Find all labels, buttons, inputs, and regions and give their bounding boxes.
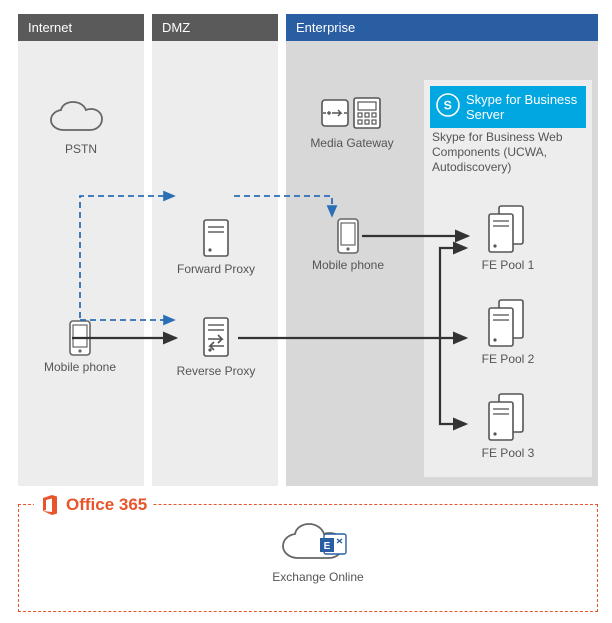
node-media-gateway: Media Gateway <box>302 94 402 150</box>
node-reverse-proxy: Reverse Proxy <box>172 316 260 378</box>
sfb-subtitle: Skype for Business Web Components (UCWA,… <box>432 130 582 175</box>
office-icon <box>40 494 60 516</box>
office365-text: Office 365 <box>66 495 147 515</box>
node-exchange-online: E Exchange Online <box>258 520 378 584</box>
fe-pool-2-label: FE Pool 2 <box>468 352 548 366</box>
exchange-online-label: Exchange Online <box>258 570 378 584</box>
server-pair-icon <box>483 204 533 254</box>
pstn-label: PSTN <box>46 142 116 156</box>
sfb-badge: Skype for Business Server <box>430 86 586 128</box>
zone-internet: Internet <box>18 14 144 486</box>
media-gateway-label: Media Gateway <box>302 136 402 150</box>
node-fe-pool-3: FE Pool 3 <box>468 392 548 460</box>
office365-label: Office 365 <box>34 494 153 516</box>
reverse-proxy-label: Reverse Proxy <box>172 364 260 378</box>
node-pstn: PSTN <box>46 100 116 156</box>
mobile-external-label: Mobile phone <box>40 360 120 374</box>
skype-icon <box>436 93 460 117</box>
fe-pool-1-label: FE Pool 1 <box>468 258 548 272</box>
mobile-internal-label: Mobile phone <box>308 258 388 272</box>
sfb-title-line1: Skype for Business <box>466 92 577 107</box>
server-pair-icon <box>483 298 533 348</box>
server-arrows-icon <box>196 316 236 360</box>
zone-internet-header: Internet <box>18 14 144 41</box>
mobile-phone-icon <box>69 320 91 356</box>
svg-text:E: E <box>324 541 331 552</box>
node-fe-pool-1: FE Pool 1 <box>468 204 548 272</box>
fe-pool-3-label: FE Pool 3 <box>468 446 548 460</box>
node-forward-proxy: Forward Proxy <box>172 218 260 276</box>
cloud-exchange-icon: E <box>278 520 358 566</box>
media-gateway-icon <box>320 94 384 132</box>
mobile-phone-icon <box>337 218 359 254</box>
node-mobile-external: Mobile phone <box>40 320 120 374</box>
sfb-title-line2: Server <box>466 107 504 122</box>
node-mobile-internal: Mobile phone <box>308 218 388 272</box>
node-fe-pool-2: FE Pool 2 <box>468 298 548 366</box>
server-icon <box>200 218 232 258</box>
server-pair-icon <box>483 392 533 442</box>
cloud-icon <box>46 100 106 138</box>
forward-proxy-label: Forward Proxy <box>172 262 260 276</box>
zone-enterprise-header: Enterprise <box>286 14 598 41</box>
zone-dmz-header: DMZ <box>152 14 278 41</box>
